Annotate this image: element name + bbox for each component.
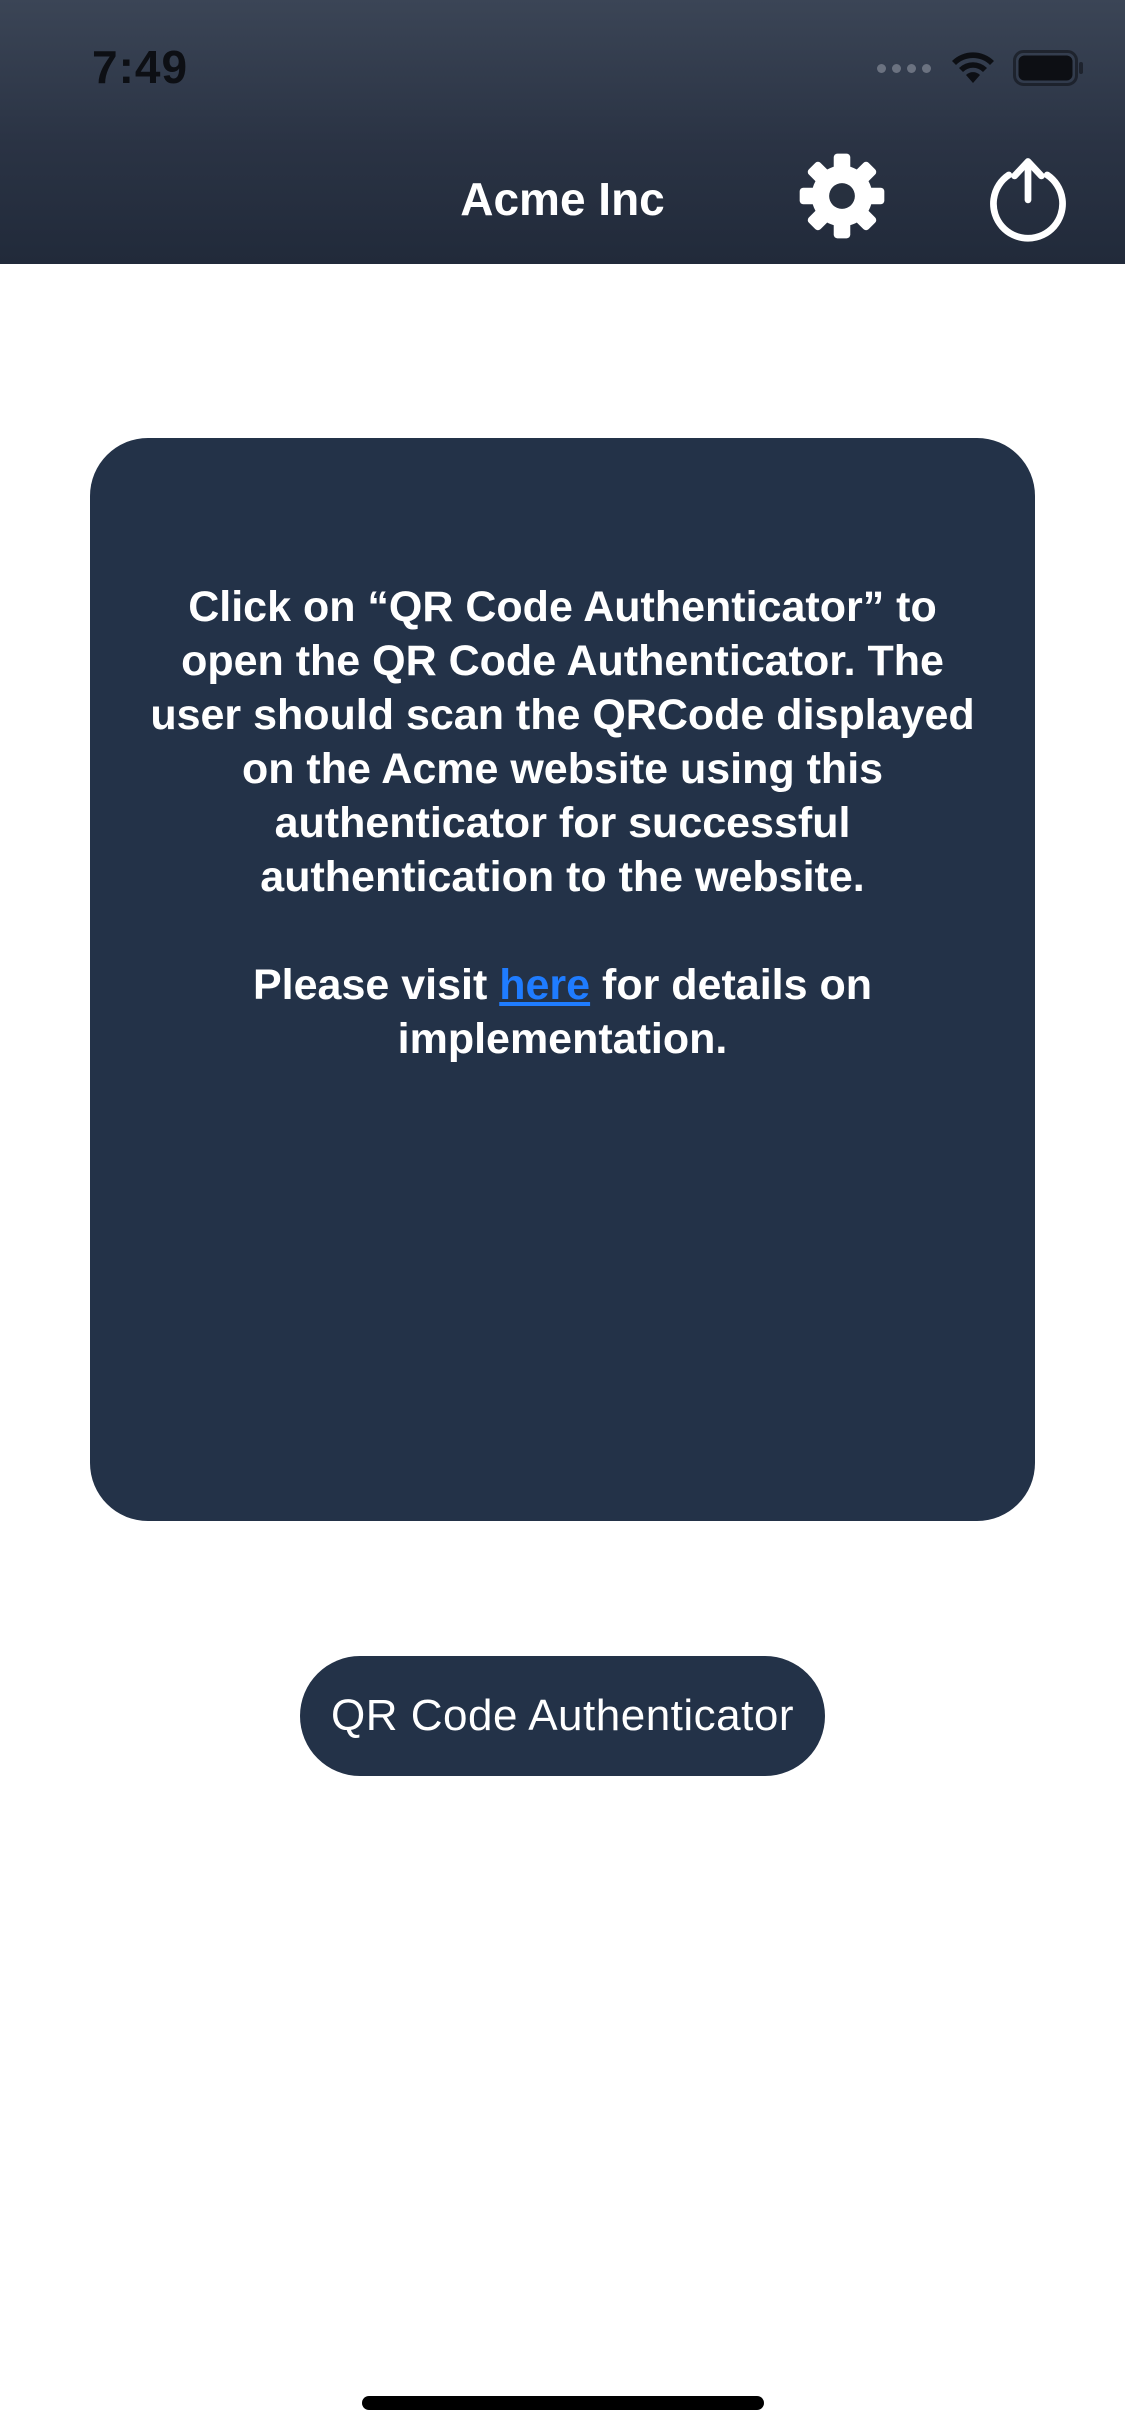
power-icon	[990, 158, 1066, 242]
header: 7:49 Acme Inc	[0, 0, 1125, 264]
status-time: 7:49	[92, 41, 189, 93]
details-text: Please visit here for details on impleme…	[150, 958, 975, 1066]
details-link[interactable]: here	[499, 961, 590, 1009]
qr-code-authenticator-button[interactable]: QR Code Authenticator	[300, 1656, 825, 1776]
instructions-text: Click on “QR Code Authenticator” to open…	[150, 583, 975, 901]
status-icons	[877, 46, 1085, 90]
cellular-signal-icon	[877, 63, 931, 73]
info-text: Click on “QR Code Authenticator” to open…	[150, 580, 975, 1066]
home-indicator	[362, 2396, 764, 2410]
info-card: Click on “QR Code Authenticator” to open…	[90, 438, 1035, 1521]
details-prefix: Please visit	[253, 961, 500, 1009]
logout-button[interactable]	[980, 150, 1076, 246]
nav-title: Acme Inc	[460, 173, 665, 225]
settings-button[interactable]	[796, 150, 888, 242]
gear-icon	[799, 153, 885, 239]
wifi-icon	[952, 52, 994, 83]
app-screen: 7:49 Acme Inc Click on “QR Code Authenti…	[0, 0, 1125, 2436]
battery-icon	[1013, 50, 1083, 86]
